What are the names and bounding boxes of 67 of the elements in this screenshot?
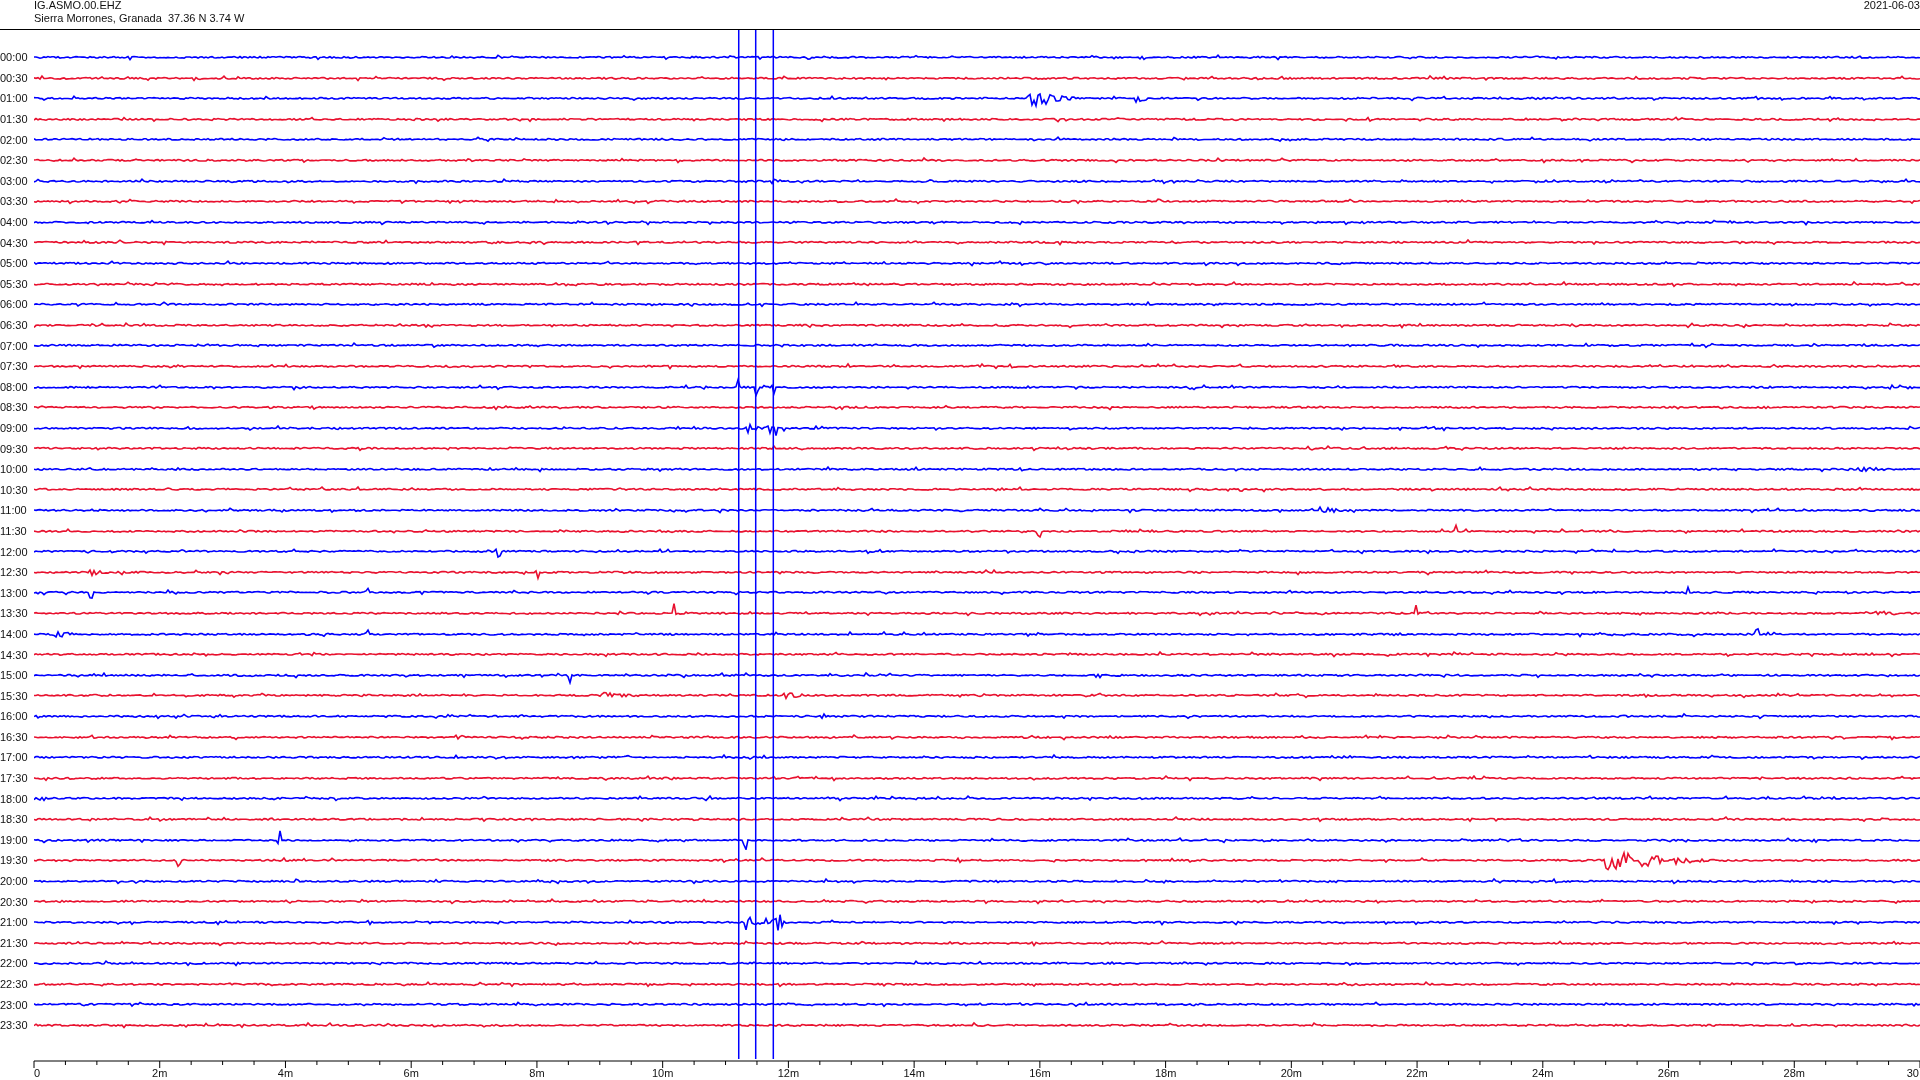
row-time-label: 14:00 [0, 627, 29, 640]
axis-tick-label: 14m [903, 1067, 925, 1079]
axis-tick-label: 28m [1783, 1067, 1805, 1079]
row-time-label: 03:30 [0, 195, 29, 208]
row-time-label: 16:00 [0, 710, 29, 723]
axis-tick-label: 12m [777, 1067, 800, 1079]
row-time-label: 07:30 [0, 360, 29, 373]
row-time-label: 23:00 [0, 998, 29, 1011]
axis-tick-label: 8m [529, 1067, 545, 1079]
row-time-label: 09:00 [0, 422, 29, 434]
row-time-label: 01:00 [0, 92, 29, 105]
row-time-label: 04:30 [0, 236, 29, 249]
row-time-label: 16:30 [0, 730, 29, 743]
station-location: Sierra Morrones, Granada 37.36 N 3.74 W [34, 12, 245, 25]
row-time-label: 18:00 [0, 792, 29, 805]
record-date: 2021-06-03 [1863, 0, 1920, 13]
row-time-label: 12:30 [0, 566, 29, 579]
row-time-label: 15:00 [0, 669, 29, 682]
row-time-label: 08:00 [0, 380, 29, 393]
row-time-label: 22:00 [0, 957, 29, 970]
row-time-label: 02:00 [0, 133, 29, 146]
axis-tick-label: 2m [152, 1067, 168, 1079]
axis-tick-label: 18m [1154, 1067, 1177, 1079]
row-time-label: 03:00 [0, 174, 29, 187]
axis-tick-label: 4m [277, 1067, 294, 1079]
row-time-label: 20:00 [0, 875, 29, 888]
row-time-label: 11:30 [0, 524, 28, 537]
row-time-label: 15:30 [0, 689, 29, 702]
row-time-label: 14:30 [0, 648, 29, 661]
row-time-label: 10:00 [0, 463, 29, 476]
row-time-label: 18:30 [0, 813, 29, 826]
row-time-label: 13:00 [0, 586, 29, 599]
row-time-label: 13:30 [0, 607, 29, 620]
row-time-label: 19:30 [0, 854, 29, 867]
row-time-label: 02:30 [0, 154, 29, 167]
axis-tick-label: 30 [1906, 1067, 1919, 1079]
row-time-label: 09:30 [0, 442, 29, 455]
row-time-label: 01:30 [0, 113, 29, 126]
axis-tick-label: 16m [1029, 1067, 1051, 1079]
row-time-label: 06:30 [0, 319, 29, 331]
row-time-label: 21:30 [0, 936, 29, 949]
axis-tick-label: 24m [1532, 1067, 1554, 1079]
axis-tick-label: 10m [651, 1067, 674, 1079]
row-time-label: 04:00 [0, 216, 29, 229]
row-time-label: 11:00 [0, 504, 28, 517]
row-time-label: 23:30 [0, 1019, 29, 1032]
row-time-label: 00:30 [0, 71, 29, 84]
axis-tick-label: 0 [34, 1067, 41, 1079]
row-time-label: 06:00 [0, 298, 29, 311]
row-time-label: 08:30 [0, 401, 29, 414]
axis-tick-label: 20m [1280, 1067, 1303, 1079]
row-time-label: 00:00 [0, 51, 29, 64]
row-time-label: 10:30 [0, 483, 29, 496]
station-code: IG.ASMO.00.EHZ [34, 0, 123, 12]
row-time-label: 21:00 [0, 916, 29, 929]
row-time-label: 22:30 [0, 978, 29, 990]
axis-tick-label: 22m [1406, 1067, 1428, 1079]
row-time-label: 17:30 [0, 772, 29, 785]
row-time-label: 17:00 [0, 751, 29, 764]
row-time-label: 05:00 [0, 257, 29, 270]
row-time-label: 20:30 [0, 895, 29, 908]
row-time-label: 07:00 [0, 339, 29, 352]
row-time-label: 19:00 [0, 833, 29, 846]
axis-tick-label: 26m [1657, 1067, 1680, 1079]
row-time-label: 12:00 [0, 545, 29, 558]
axis-tick-label: 6m [403, 1067, 419, 1079]
row-time-label: 05:30 [0, 277, 29, 290]
